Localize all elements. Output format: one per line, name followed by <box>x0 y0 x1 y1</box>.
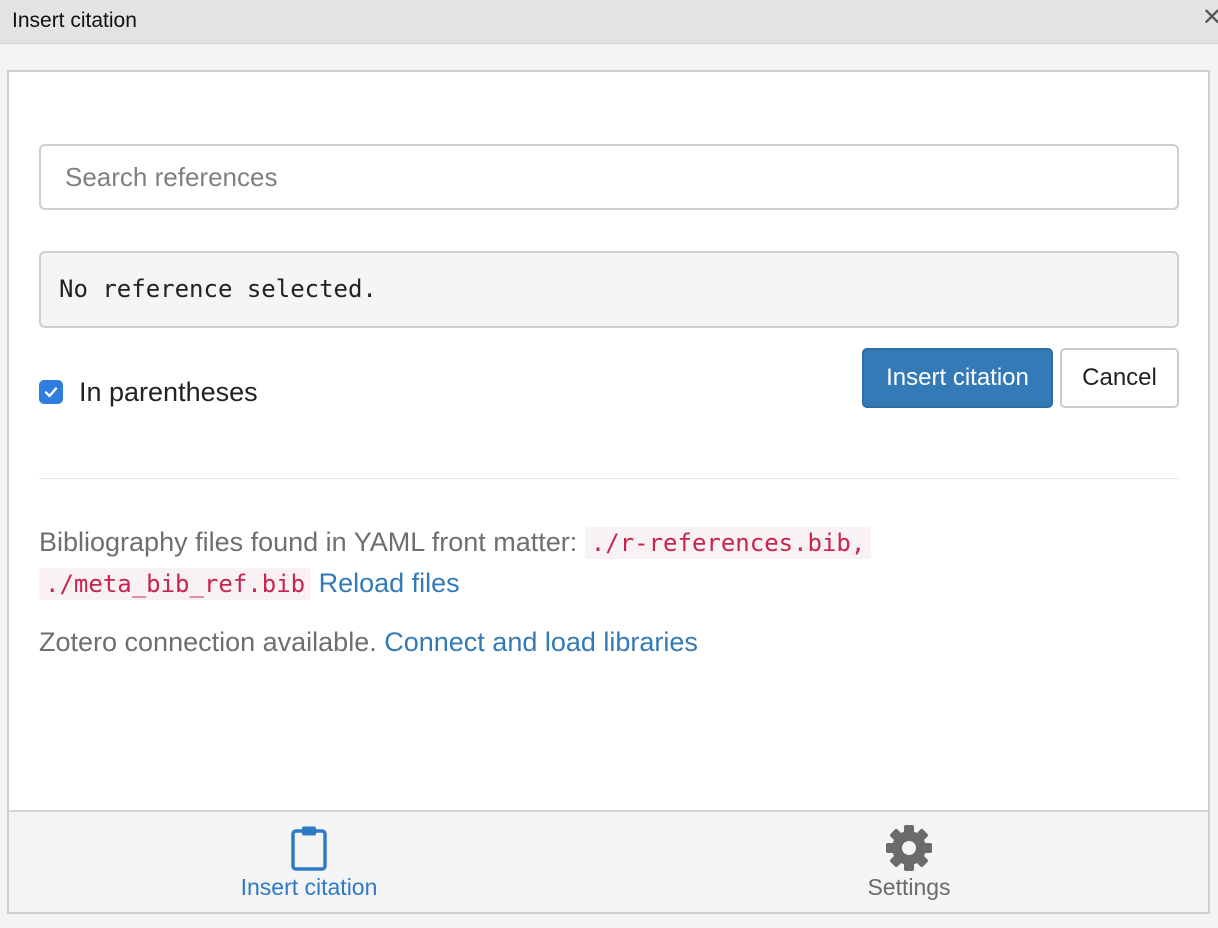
in-parentheses-checkbox[interactable] <box>39 380 63 404</box>
tab-label: Insert citation <box>240 874 378 900</box>
main-panel: No reference selected. In parentheses In… <box>7 70 1210 914</box>
zotero-info: Zotero connection available. Connect and… <box>39 622 1179 662</box>
cancel-button[interactable]: Cancel <box>1060 348 1179 408</box>
close-icon[interactable]: ✕ <box>1202 6 1218 30</box>
reload-files-link[interactable]: Reload files <box>319 568 460 598</box>
divider <box>39 478 1179 479</box>
selected-reference-display: No reference selected. <box>39 251 1179 328</box>
connect-libraries-link[interactable]: Connect and load libraries <box>384 627 698 657</box>
bibliography-info: Bibliography files found in YAML front m… <box>39 522 1179 604</box>
checkmark-icon <box>44 387 58 398</box>
gear-icon <box>885 824 933 872</box>
in-parentheses-label: In parentheses <box>79 376 258 407</box>
in-parentheses-option[interactable]: In parentheses <box>39 372 258 412</box>
bib-file-code: ./r-references.bib, <box>584 527 872 559</box>
tab-insert-citation[interactable]: Insert citation <box>9 812 609 912</box>
zotero-status: Zotero connection available. <box>39 627 377 657</box>
bib-file-code: ./meta_bib_ref.bib <box>39 568 312 600</box>
insert-citation-button[interactable]: Insert citation <box>862 348 1053 408</box>
tab-label: Settings <box>867 874 951 900</box>
bottom-tab-bar: Insert citation Settings <box>9 810 1208 912</box>
search-references-input[interactable] <box>39 144 1179 210</box>
tab-settings[interactable]: Settings <box>609 812 1209 912</box>
clipboard-icon <box>290 824 328 872</box>
dialog-title: Insert citation <box>12 9 137 32</box>
insert-citation-dialog: Insert citation ✕ No reference selected.… <box>0 0 1218 928</box>
bibliography-prefix: Bibliography files found in YAML front m… <box>39 527 578 557</box>
title-bar: Insert citation ✕ <box>0 0 1218 44</box>
